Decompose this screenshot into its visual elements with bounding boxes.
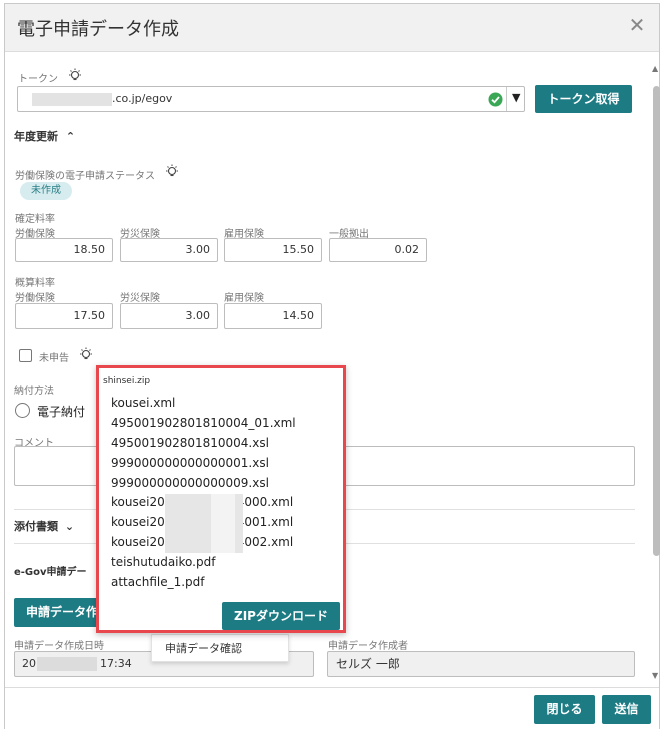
creator-label: 申請データ作成者: [328, 641, 408, 652]
creator-field: セルズ 一郎: [327, 651, 635, 677]
zip-file-item: 495001902801810004.xsl: [111, 436, 269, 450]
nendo-section-toggle[interactable]: 年度更新 ⌃: [14, 128, 75, 144]
zip-file-name: shinsei.zip: [103, 376, 151, 386]
dropdown-arrow-icon[interactable]: ▼: [512, 91, 520, 104]
unreported-label: 未申告: [39, 353, 69, 364]
redacted-file-names: [211, 494, 235, 553]
kakutei-labor-input[interactable]: 18.50: [15, 238, 113, 262]
gaisan-labor-input[interactable]: 17.50: [15, 303, 113, 329]
close-icon[interactable]: ✕: [625, 13, 649, 37]
chevron-down-icon: ⌄: [64, 520, 75, 533]
zip-file-name-part: kousei20: [111, 495, 165, 509]
zip-file-item: kousei.xml: [111, 396, 176, 410]
zip-file-item: 495001902801810004_01.xml: [111, 416, 296, 430]
redacted-date: [37, 657, 97, 671]
zip-file-item: teishutudaiko.pdf: [111, 555, 216, 569]
redacted-token-prefix: [32, 93, 112, 106]
kakutei-ippan-input[interactable]: 0.02: [329, 238, 427, 262]
scrollbar-thumb[interactable]: [653, 86, 660, 556]
gaisan-koyou-input[interactable]: 14.50: [224, 303, 322, 329]
dialog-title-bar: 電子申請データ作成 ✕: [5, 4, 659, 52]
created-at-label: 申請データ作成日時: [14, 641, 104, 652]
labor-status-label: 労働保険の電子申請ステータス: [15, 171, 155, 182]
select-divider: [506, 87, 507, 111]
zip-file-item: 999000000000000009.xsl: [111, 476, 269, 490]
fetch-token-button[interactable]: トークン取得: [535, 85, 632, 113]
zip-contents-popup: shinsei.zip kousei.xml 49500190280181000…: [96, 365, 346, 633]
chevron-up-icon: ⌃: [65, 130, 76, 143]
lightbulb-icon[interactable]: [79, 347, 93, 361]
nendo-section-label: 年度更新: [14, 130, 58, 143]
gaisan-rousai-input[interactable]: 3.00: [120, 303, 218, 329]
scroll-down-icon[interactable]: ▼: [652, 671, 658, 680]
egov-section-label: e-Gov申請デー: [14, 567, 87, 578]
lightbulb-icon[interactable]: [165, 164, 179, 178]
status-badge: 未作成: [20, 182, 72, 200]
gaisan-field-label: 労災保険: [120, 293, 160, 304]
attachments-label: 添付書類: [14, 520, 58, 533]
attachments-section-toggle[interactable]: 添付書類 ⌄: [14, 518, 74, 534]
confirm-application-data-menu-item[interactable]: 申請データ確認: [151, 634, 289, 662]
created-at-prefix: 20: [22, 657, 36, 670]
electronic-payment-radio[interactable]: [15, 403, 30, 418]
kakutei-koyou-input[interactable]: 15.50: [224, 238, 322, 262]
token-value: .co.jp/egov: [112, 92, 173, 105]
kakutei-label: 確定料率: [15, 214, 55, 225]
payment-label: 納付方法: [14, 386, 54, 397]
electronic-payment-label: 電子納付: [37, 405, 86, 419]
lightbulb-icon[interactable]: [68, 68, 82, 82]
zip-file-item: attachfile_1.pdf: [111, 575, 205, 589]
zip-file-item: 999000000000000001.xsl: [111, 456, 269, 470]
token-select[interactable]: .co.jp/egov ▼: [17, 86, 525, 112]
close-button[interactable]: 閉じる: [534, 695, 595, 724]
zip-file-name-part: 4000.xml: [236, 495, 294, 509]
token-label: トークン: [18, 74, 58, 85]
zip-file-name-part: kousei20: [111, 515, 165, 529]
zip-file-name-part: 4001.xml: [236, 515, 294, 529]
zip-file-name-part: 4002.xml: [236, 535, 294, 549]
scroll-up-icon[interactable]: ▲: [652, 64, 658, 73]
zip-download-button[interactable]: ZIPダウンロード: [222, 602, 340, 630]
send-button[interactable]: 送信: [602, 695, 651, 724]
kakutei-rousai-input[interactable]: 3.00: [120, 238, 218, 262]
gaisan-field-label: 雇用保険: [224, 293, 264, 304]
zip-file-name-part: kousei20: [111, 535, 165, 549]
gaisan-field-label: 労働保険: [15, 293, 55, 304]
check-circle-icon: [488, 92, 503, 107]
dialog-title: 電子申請データ作成: [17, 19, 179, 40]
dialog-footer: 閉じる 送信: [5, 687, 659, 729]
create-application-data-button[interactable]: 申請データ作: [14, 598, 106, 627]
gaisan-label: 概算料率: [15, 278, 55, 289]
created-at-suffix: 17:34: [100, 657, 132, 670]
unreported-checkbox[interactable]: [19, 349, 32, 362]
